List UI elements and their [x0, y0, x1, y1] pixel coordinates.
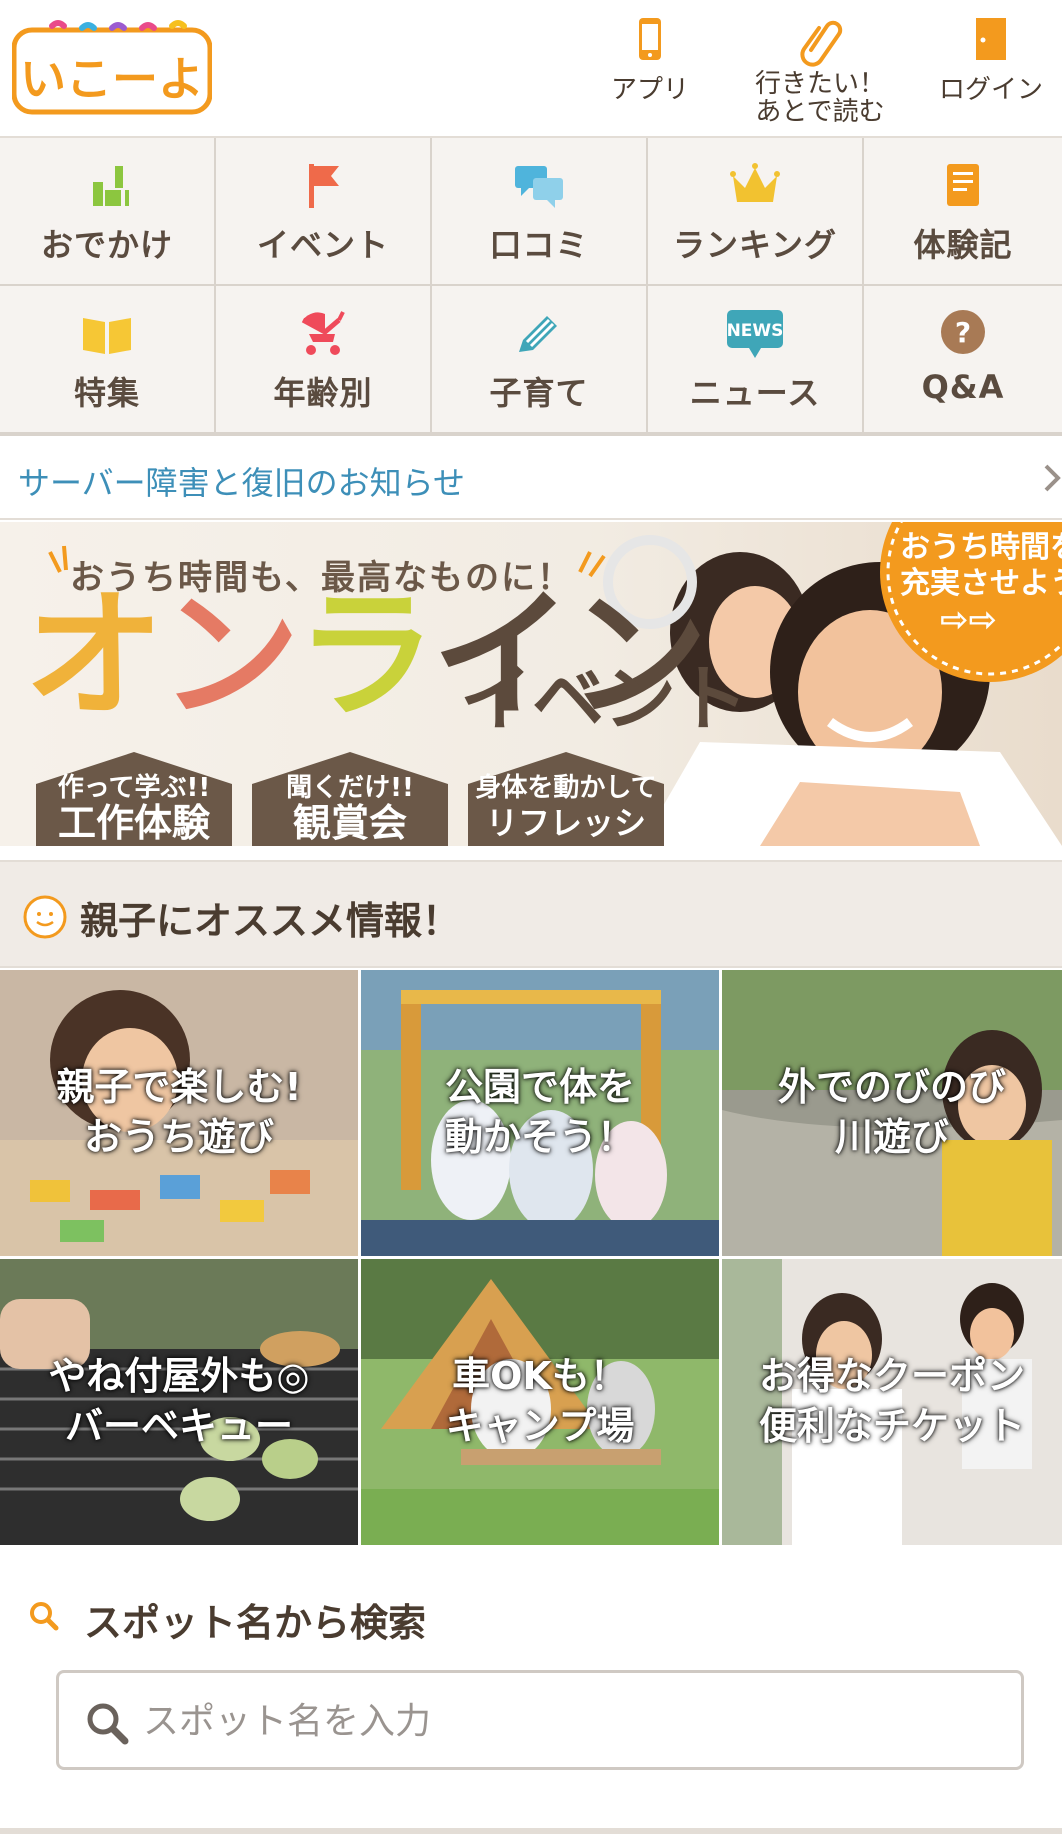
double-arrow-icon: ⇨⇨ [940, 600, 997, 640]
category-news[interactable]: NEWS ニュース [648, 286, 862, 432]
smartphone-icon [639, 18, 661, 60]
notice-bar[interactable]: サーバー障害と復旧のお知らせ [0, 436, 1062, 520]
category-qa[interactable]: ? Q&A [864, 286, 1062, 432]
tile-bbq[interactable]: やね付屋外も◎ バーベキュー [0, 1259, 358, 1545]
banner-craft-label: 作って学ぶ!! 工作体験 [57, 773, 211, 845]
divider [0, 1828, 1062, 1834]
category-reviews[interactable]: 口コミ [432, 138, 646, 284]
login-button[interactable]: ログイン [920, 10, 1062, 128]
site-logo[interactable]: いこーよ [11, 20, 213, 116]
chevron-right-icon [1044, 464, 1061, 492]
search-icon [87, 1703, 129, 1745]
tile-river[interactable]: 外でのびのび 川遊び [722, 970, 1062, 1256]
category-label: イベント [256, 226, 389, 264]
banner-headline-sub: イベント [460, 657, 749, 741]
tile-home-play[interactable]: 親子で楽しむ! おうち遊び [0, 970, 358, 1256]
category-by-age[interactable]: 年齢別 [216, 286, 430, 432]
logo-icon: いこーよ [11, 20, 213, 115]
tile-text: やね付屋外も◎ バーベキュー [48, 1354, 310, 1448]
category-label: 年齢別 [273, 374, 373, 412]
site-header: いこーよ アプリ 行きたい！ あとで読む ログイン [0, 0, 1062, 138]
category-label: Q&A [921, 368, 1005, 406]
smiley-icon [23, 895, 67, 939]
category-label: おでかけ [40, 226, 173, 264]
tile-park[interactable]: 公園で体を 動かそう！ [361, 970, 719, 1256]
spot-search-box[interactable] [56, 1670, 1024, 1770]
category-event[interactable]: イベント [216, 138, 430, 284]
outing-icon [93, 166, 129, 206]
category-parenting[interactable]: 子育て [432, 286, 646, 432]
category-label: ランキング [672, 226, 838, 264]
svg-text:いこーよ: いこーよ [20, 52, 204, 106]
svg-text:NEWS: NEWS [727, 321, 783, 341]
category-label: 体験記 [913, 226, 1013, 264]
read-later-line2: あとで読む [755, 97, 885, 127]
banner-badge: おうち時間を 充実させよう ⇨⇨ [882, 522, 1062, 672]
app-button[interactable]: アプリ [590, 10, 710, 128]
recommend-tiles: 親子で楽しむ! おうち遊び 公園で体を 動かそう！ 外でのびのび 川遊び やね付… [0, 970, 1062, 1546]
notice-text: サーバー障害と復旧のお知らせ [18, 464, 466, 502]
app-label: アプリ [610, 75, 689, 105]
news-icon: NEWS [727, 310, 783, 358]
read-later-line1: 行きたい！ [754, 69, 885, 99]
open-book-icon [83, 318, 131, 354]
stroller-icon [301, 311, 345, 355]
banner-listen-label: 聞くだけ!! 観賞会 [286, 773, 414, 845]
category-grid: おでかけ イベント 口コミ ランキング 体験記 特集 年齢別 子育て NEWS … [0, 138, 1062, 436]
question-icon: ? [941, 310, 985, 354]
svg-text:?: ? [955, 316, 971, 349]
login-label: ログイン [938, 75, 1043, 105]
crown-icon [730, 163, 780, 202]
flag-icon [309, 164, 339, 208]
tile-text: 外でのびのび 川遊び [777, 1065, 1006, 1159]
banner-refresh-label: 身体を動かしてリフレッシュ! [475, 773, 657, 842]
tile-text: 親子で楽しむ! おうち遊び [56, 1065, 302, 1159]
spot-search-input[interactable] [143, 1691, 1003, 1751]
tile-camp[interactable]: 車OKも！ キャンプ場 [361, 1259, 719, 1545]
paperclip-icon [800, 20, 843, 67]
recommend-header: 親子にオススメ情報！ [0, 860, 1062, 968]
door-icon [976, 18, 1006, 60]
search-icon [30, 1602, 59, 1631]
category-outing[interactable]: おでかけ [0, 138, 214, 284]
read-later-button[interactable]: 行きたい！ あとで読む [740, 10, 900, 128]
category-label: 特集 [73, 374, 140, 412]
tile-text: お得なクーポン 便利なチケット [758, 1354, 1025, 1448]
tile-coupon[interactable]: お得なクーポン 便利なチケット [722, 1259, 1062, 1545]
category-label: ニュース [689, 374, 821, 412]
tile-text: 車OKも！ キャンプ場 [445, 1354, 635, 1448]
online-event-banner[interactable]: おうち時間も、最高なものに！ オンライン イベント 作って学ぶ!! 工作体験 聞く… [0, 522, 1062, 846]
notebook-icon [947, 164, 979, 206]
category-experience[interactable]: 体験記 [864, 138, 1062, 284]
recommend-title: 親子にオススメ情報！ [80, 899, 461, 943]
category-features[interactable]: 特集 [0, 286, 214, 432]
category-ranking[interactable]: ランキング [648, 138, 862, 284]
tile-text: 公園で体を 動かそう！ [444, 1065, 635, 1159]
category-label: 子育て [489, 374, 589, 412]
category-label: 口コミ [489, 226, 589, 264]
spot-search-title: スポット名から検索 [84, 1601, 427, 1645]
chat-bubbles-icon [515, 166, 563, 208]
pencil-icon [519, 316, 557, 352]
